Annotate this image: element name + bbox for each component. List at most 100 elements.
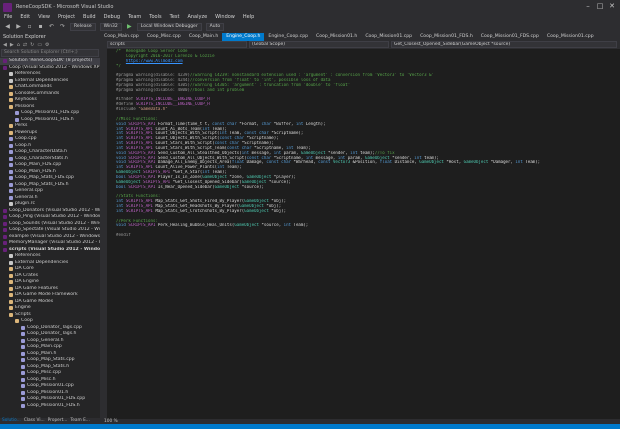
- undo-icon[interactable]: ↶: [48, 23, 55, 30]
- code-token: SCRIPTS_API: [128, 184, 158, 189]
- code-editor[interactable]: /* Renegade Coop Server Code Copyright 2…: [107, 49, 620, 419]
- code-token: SCRIPTS_API: [125, 141, 156, 146]
- code-token: int: [350, 150, 361, 155]
- forward-icon[interactable]: ▶: [10, 42, 14, 48]
- file-icon: [21, 384, 25, 389]
- menu-test[interactable]: Test: [170, 14, 180, 20]
- code-token: Send_Custom_All_Objects_With_Script(: [157, 155, 247, 160]
- document-tab[interactable]: Coop_Mission01.h: [312, 33, 361, 41]
- code-token: SCRIPTS_INCLUDE__ENGINE_COOP_H: [135, 97, 210, 102]
- file-icon: [3, 221, 7, 226]
- file-icon: [9, 254, 13, 259]
- menu-help[interactable]: Help: [243, 14, 254, 20]
- code-token: *Scriptname,: [254, 145, 287, 150]
- back-icon[interactable]: ◀: [3, 42, 7, 48]
- document-tab[interactable]: Coop_Mission01_FDS.h: [416, 33, 477, 41]
- redo-icon[interactable]: ↷: [59, 23, 66, 30]
- code-token: *Scriptname);: [246, 136, 279, 141]
- tree-item[interactable]: Coop_Mission01_FDS.h: [0, 403, 100, 410]
- file-icon: [3, 241, 7, 246]
- forward-icon[interactable]: ▶: [15, 23, 22, 30]
- menu-tools[interactable]: Tools: [149, 14, 161, 20]
- code-token: Team);: [525, 160, 541, 165]
- code-token: SCRIPTS_API: [125, 208, 156, 213]
- maximize-button[interactable]: □: [594, 1, 606, 12]
- document-tab[interactable]: Engine_Coop.cpp: [264, 33, 312, 41]
- menu-view[interactable]: View: [38, 14, 50, 20]
- code-token: SCRIPTS_API: [143, 170, 173, 175]
- code-token: *source,: [261, 223, 284, 228]
- code-token: int: [116, 204, 126, 208]
- code-token: #pragma warning(disable: 4305): [116, 82, 190, 87]
- run-target-button[interactable]: Local Windows Debugger: [136, 22, 202, 31]
- save-icon[interactable]: ▪: [37, 23, 44, 30]
- code-token: Count_Ai_Bots_Team(: [155, 126, 203, 131]
- document-tab[interactable]: Coop_Misc.cpp: [143, 33, 185, 41]
- refresh-icon[interactable]: ↻: [30, 42, 34, 48]
- minimize-button[interactable]: –: [582, 1, 594, 12]
- file-icon: [9, 72, 13, 77]
- scope-select[interactable]: (Global Scope): [249, 41, 389, 48]
- close-button[interactable]: ✕: [606, 1, 618, 12]
- configuration-select[interactable]: Release: [70, 22, 96, 31]
- code-token: Count_Stars_With_Script(: [155, 141, 215, 146]
- file-icon: [21, 332, 25, 337]
- file-icon: [9, 78, 13, 83]
- code-token: bool: [116, 174, 129, 179]
- file-icon: [9, 85, 13, 90]
- menu-build[interactable]: Build: [83, 14, 96, 20]
- code-token: int: [116, 145, 126, 150]
- code-token: #ifndef: [116, 97, 136, 102]
- code-token: Damage,: [246, 160, 267, 165]
- menu-project[interactable]: Project: [58, 14, 75, 20]
- code-area[interactable]: /* Renegade Coop Server Code Copyright 2…: [116, 49, 616, 238]
- collapse-all-icon[interactable]: ▭: [37, 42, 42, 48]
- member-select[interactable]: Get_Closest_Opened_Sidebar(GameObject *s…: [391, 41, 617, 48]
- code-token: //Misc Functions:: [116, 116, 158, 121]
- code-token: Format_Time(time_t t,: [157, 121, 213, 126]
- menu-team[interactable]: Team: [128, 14, 141, 20]
- code-token: &Position,: [352, 160, 380, 165]
- menu-analyze[interactable]: Analyze: [187, 14, 207, 20]
- code-token: Count_Alive_Power_Plants(: [155, 165, 218, 170]
- code-token: *sender,: [392, 155, 415, 160]
- solution-search-input[interactable]: Search Solution Explorer (Ctrl+;): [1, 49, 99, 57]
- platform-select[interactable]: Win32: [99, 22, 122, 31]
- document-tab[interactable]: Coop_Main.h: [185, 33, 222, 41]
- document-tab[interactable]: Coop_Mission01.cpp: [543, 33, 598, 41]
- sync-icon[interactable]: ⇄: [23, 42, 27, 48]
- new-file-icon[interactable]: ▫: [26, 23, 33, 30]
- file-icon: [9, 104, 13, 109]
- file-icon: [3, 215, 7, 220]
- code-token: int: [283, 223, 294, 228]
- code-token: GameObject: [244, 208, 272, 213]
- status-bar: [0, 424, 620, 429]
- code-token: Length);: [305, 121, 326, 126]
- menu-file[interactable]: File: [4, 14, 12, 20]
- project-select[interactable]: scripts: [107, 41, 247, 48]
- document-tab[interactable]: Coop_Mission01_FDS.cpp: [477, 33, 543, 41]
- menu-debug[interactable]: Debug: [104, 14, 120, 20]
- file-icon: [21, 364, 25, 369]
- back-icon[interactable]: ◀: [4, 23, 11, 30]
- code-token: SCRIPTS_API: [125, 204, 156, 208]
- code-token: void: [116, 160, 129, 165]
- document-tab[interactable]: Coop_Mission01.cpp: [361, 33, 416, 41]
- document-tab[interactable]: Coop_Main.cpp: [100, 33, 143, 41]
- code-token: Map_Stats_Get_Shots_Fired_By_Player(: [155, 199, 245, 204]
- properties-icon[interactable]: ⚙: [45, 42, 49, 48]
- run-mode-select[interactable]: Auto: [205, 22, 225, 31]
- code-token: void: [116, 150, 129, 155]
- start-debugging-icon[interactable]: ▶: [126, 23, 133, 30]
- file-icon: [3, 59, 7, 64]
- file-icon: [21, 371, 25, 376]
- code-token: SCRIPTS_API: [128, 223, 158, 228]
- code-token: char: [261, 121, 274, 126]
- home-icon[interactable]: ⌂: [17, 42, 20, 48]
- menu-edit[interactable]: Edit: [20, 14, 30, 20]
- menu-window[interactable]: Window: [215, 14, 235, 20]
- code-token: const: [318, 160, 333, 165]
- code-token: int: [116, 141, 126, 146]
- document-tab[interactable]: Engine_Coop.h: [222, 33, 265, 41]
- file-icon: [3, 247, 7, 252]
